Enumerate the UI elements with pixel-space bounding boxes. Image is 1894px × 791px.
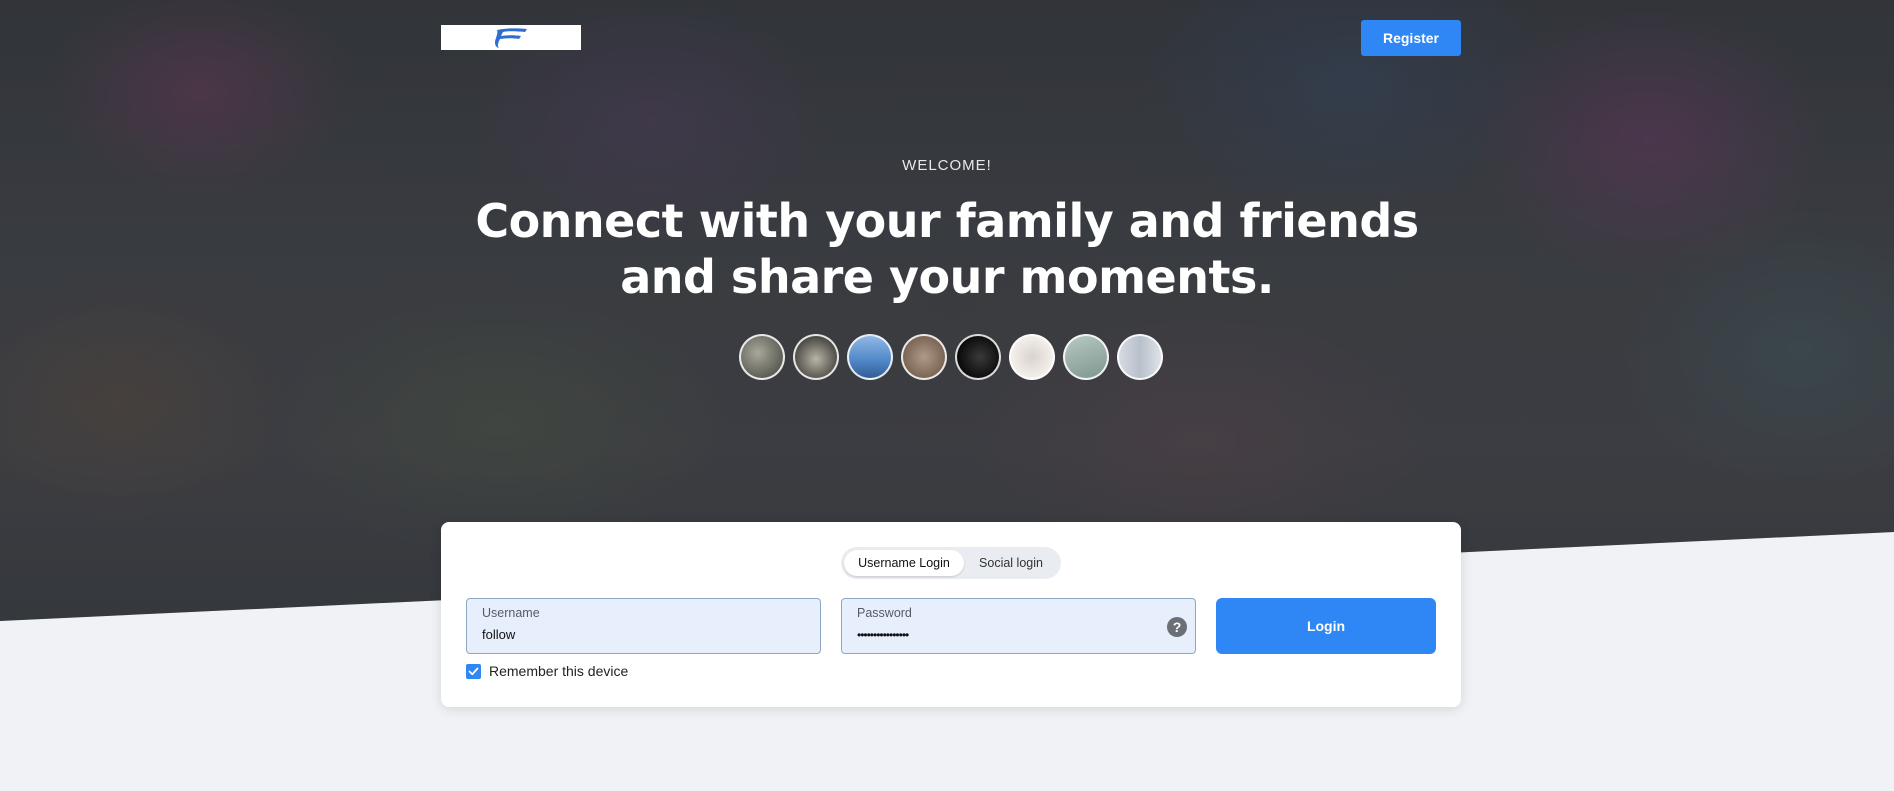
welcome-label: WELCOME! xyxy=(902,157,992,174)
help-icon[interactable]: ? xyxy=(1167,617,1187,637)
avatar[interactable] xyxy=(1009,334,1055,380)
page-title: Connect with your family and friends and… xyxy=(447,193,1447,305)
avatar[interactable] xyxy=(1063,334,1109,380)
tab-social-login[interactable]: Social login xyxy=(964,550,1058,576)
username-field[interactable]: Username xyxy=(466,598,821,654)
avatar[interactable] xyxy=(955,334,1001,380)
login-card: Username Login Social login Username Pas… xyxy=(441,522,1461,707)
remember-label: Remember this device xyxy=(489,663,629,679)
login-tabs: Username Login Social login xyxy=(841,547,1061,579)
logo-icon xyxy=(495,27,527,48)
remember-device[interactable]: Remember this device xyxy=(466,663,628,679)
tab-username-login[interactable]: Username Login xyxy=(844,550,964,576)
headline-line-2: and share your moments. xyxy=(620,250,1274,304)
password-label: Password xyxy=(857,606,912,620)
avatar[interactable] xyxy=(847,334,893,380)
avatar[interactable] xyxy=(901,334,947,380)
login-button[interactable]: Login xyxy=(1216,598,1436,654)
avatar[interactable] xyxy=(739,334,785,380)
password-field[interactable]: Password •••••••••••••••• ? xyxy=(841,598,1196,654)
remember-checkbox[interactable] xyxy=(466,663,481,679)
avatar[interactable] xyxy=(1117,334,1163,380)
check-icon xyxy=(468,667,479,675)
password-input[interactable]: •••••••••••••••• xyxy=(857,628,1157,642)
logo[interactable] xyxy=(441,25,581,50)
username-label: Username xyxy=(482,606,540,620)
headline-line-1: Connect with your family and friends xyxy=(475,194,1419,248)
avatar[interactable] xyxy=(793,334,839,380)
username-input[interactable] xyxy=(482,627,782,642)
avatar-list xyxy=(739,334,1163,380)
register-button[interactable]: Register xyxy=(1361,20,1461,56)
